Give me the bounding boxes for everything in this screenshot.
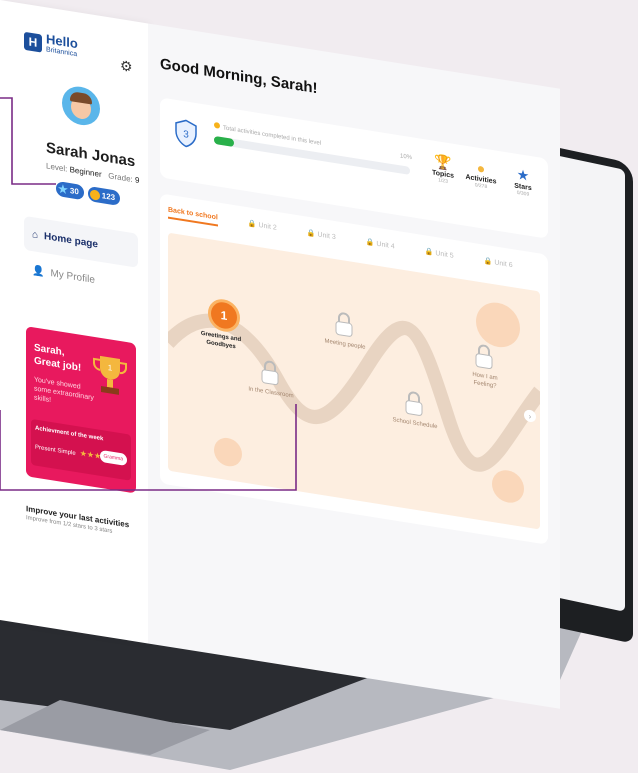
svg-text:3: 3 <box>183 129 189 141</box>
avatar[interactable] <box>62 83 100 128</box>
stat-activities: ● Activities 0/278 <box>460 157 502 193</box>
achievement-item: Present Simple ★★★ <box>35 444 102 462</box>
stat-stars: ★ Stars 0/309 <box>502 164 544 201</box>
shield-level-icon: 3 <box>175 119 197 148</box>
home-icon: ⌂ <box>32 228 39 241</box>
star-icon: ★ <box>58 183 68 197</box>
user-badges: ★ 30 123 <box>56 180 121 207</box>
main-content: Good Morning, Sarah! 3 Total activities … <box>148 23 560 709</box>
lock-icon[interactable] <box>334 311 354 338</box>
tab-unit-4[interactable]: 🔒 Unit 4 <box>366 238 395 255</box>
stars-badge: ★ 30 <box>56 180 84 201</box>
units-card: Back to school 🔒 Unit 2 🔒 Unit 3 🔒 Unit … <box>160 193 548 545</box>
lock-icon: 🔒 <box>424 248 434 257</box>
grade-value: 9 <box>135 175 140 186</box>
tab-back-to-school[interactable]: Back to school <box>168 206 218 227</box>
tab-unit-6[interactable]: 🔒 Unit 6 <box>484 257 513 274</box>
app-window: H Hello Britannica ⚙ Sarah Jonas Level: … <box>0 0 560 709</box>
svg-text:1: 1 <box>108 363 113 373</box>
promo-card: Sarah, Great job! You've showed some ext… <box>26 326 136 494</box>
lock-icon: 🔒 <box>365 238 375 248</box>
stat-topics: 🏆 Topics 1/23 <box>422 151 464 188</box>
promo-text: You've showed some extraordinary skills! <box>34 376 94 405</box>
greeting: Good Morning, Sarah! <box>160 55 318 98</box>
level-value: Beginner <box>69 165 102 180</box>
sidebar: H Hello Britannica ⚙ Sarah Jonas Level: … <box>0 0 148 644</box>
achievement-box: Achievment of the week Present Simple ★★★… <box>31 418 131 481</box>
improve-section: Improve your last activities Improve fro… <box>26 504 146 540</box>
tab-unit-5[interactable]: 🔒 Unit 5 <box>425 247 454 264</box>
lock-icon[interactable] <box>260 359 280 386</box>
lock-icon: 🔒 <box>483 257 493 266</box>
progress-percent: 10% <box>400 153 413 162</box>
gear-icon[interactable]: ⚙ <box>120 57 133 76</box>
achievement-label: Achievment of the week <box>35 425 104 443</box>
user-icon: 👤 <box>32 265 45 279</box>
coin-icon <box>89 188 100 201</box>
logo-mark-icon: H <box>24 31 42 53</box>
coins-badge: 123 <box>87 185 121 207</box>
trophy-icon: 1 <box>93 355 127 395</box>
achievement-stars-icon: ★★★ <box>79 448 102 462</box>
progress-dot-icon <box>214 121 220 129</box>
progress-bar-fill <box>214 135 234 147</box>
lock-icon[interactable] <box>404 390 424 417</box>
nav-my-profile[interactable]: 👤 My Profile <box>32 265 95 286</box>
lock-icon: 🔒 <box>306 229 316 238</box>
nav-home-page[interactable]: ⌂ Home page <box>24 215 138 268</box>
tab-unit-2[interactable]: 🔒 Unit 2 <box>248 219 277 236</box>
grammar-button[interactable]: Gramma <box>99 449 127 467</box>
promo-title: Sarah, Great job! <box>34 342 82 374</box>
lesson-map: 1 Greetings and Goodbyes In the Classroo… <box>168 232 540 530</box>
lock-icon: 🔒 <box>247 220 257 229</box>
lock-icon[interactable] <box>474 343 494 370</box>
logo[interactable]: H Hello Britannica <box>24 30 78 61</box>
tab-unit-3[interactable]: 🔒 Unit 3 <box>307 229 336 246</box>
